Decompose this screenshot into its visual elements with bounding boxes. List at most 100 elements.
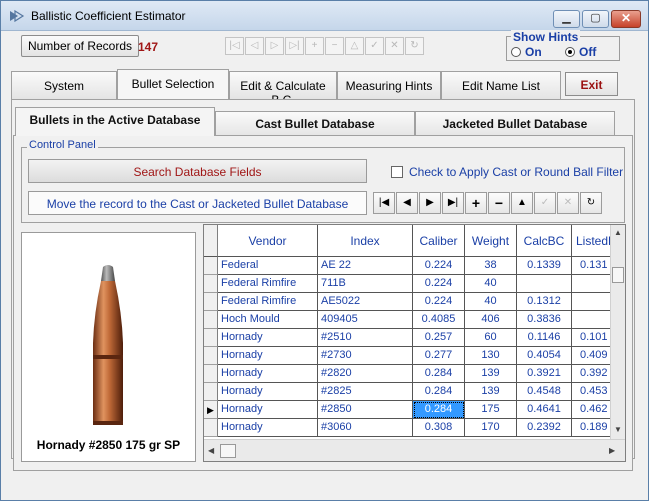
table-cell[interactable]: 0.224: [413, 257, 465, 275]
table-cell[interactable]: 0.284: [413, 365, 465, 383]
table-cell[interactable]: #2730: [318, 347, 413, 365]
table-cell[interactable]: 40: [465, 293, 517, 311]
table-cell[interactable]: 0.308: [413, 419, 465, 437]
table-cell[interactable]: 139: [465, 365, 517, 383]
tab-system[interactable]: System: [11, 71, 117, 99]
table-cell[interactable]: 0.189: [572, 419, 612, 437]
table-cell[interactable]: [572, 275, 612, 293]
table-cell[interactable]: 0.224: [413, 293, 465, 311]
table-cell[interactable]: 0.392: [572, 365, 612, 383]
column-header-weight[interactable]: Weight: [465, 225, 517, 257]
column-header-calcbc[interactable]: CalcBC: [517, 225, 572, 257]
table-cell[interactable]: 0.2392: [517, 419, 572, 437]
table-cell[interactable]: 0.1339: [517, 257, 572, 275]
row-selector[interactable]: ▶: [204, 401, 218, 419]
table-cell[interactable]: 409405: [318, 311, 413, 329]
table-cell[interactable]: 0.1146: [517, 329, 572, 347]
table-cell[interactable]: Hornady: [218, 401, 318, 419]
next-icon[interactable]: ▶: [419, 192, 441, 214]
exit-button[interactable]: Exit: [565, 72, 618, 96]
table-cell[interactable]: Federal: [218, 257, 318, 275]
table-cell[interactable]: 0.131: [572, 257, 612, 275]
table-cell[interactable]: 0.4085: [413, 311, 465, 329]
tab-jacketed-database[interactable]: Jacketed Bullet Database: [415, 111, 615, 135]
table-cell[interactable]: Hoch Mould: [218, 311, 318, 329]
row-selector[interactable]: [204, 383, 218, 401]
minimize-button[interactable]: ▁: [553, 10, 580, 28]
tab-edit-name-list[interactable]: Edit Name List: [441, 71, 561, 99]
table-cell[interactable]: 0.3836: [517, 311, 572, 329]
scroll-right-icon[interactable]: ▶: [609, 446, 615, 455]
table-cell[interactable]: 0.101: [572, 329, 612, 347]
row-selector[interactable]: [204, 347, 218, 365]
row-selector[interactable]: [204, 275, 218, 293]
horizontal-scrollbar[interactable]: ◀ ▶: [204, 439, 625, 461]
column-header-listedbc[interactable]: ListedB: [572, 225, 612, 257]
row-selector[interactable]: [204, 257, 218, 275]
table-cell[interactable]: 139: [465, 383, 517, 401]
table-cell[interactable]: 170: [465, 419, 517, 437]
table-cell[interactable]: AE5022: [318, 293, 413, 311]
table-cell[interactable]: 0.4641: [517, 401, 572, 419]
table-cell[interactable]: 711B: [318, 275, 413, 293]
table-cell[interactable]: Hornady: [218, 419, 318, 437]
vertical-scroll-thumb[interactable]: [612, 267, 624, 283]
tab-measuring-hints[interactable]: Measuring Hints: [337, 71, 441, 99]
maximize-button[interactable]: ▢: [582, 10, 609, 28]
tab-active-database[interactable]: Bullets in the Active Database: [15, 107, 215, 136]
records-button[interactable]: Number of Records: [21, 35, 139, 57]
scroll-left-icon[interactable]: ◀: [208, 446, 214, 455]
horizontal-scroll-thumb[interactable]: [220, 444, 236, 458]
table-cell[interactable]: #2850: [318, 401, 413, 419]
table-cell[interactable]: Federal Rimfire: [218, 275, 318, 293]
search-database-button[interactable]: Search Database Fields: [28, 159, 367, 183]
move-record-button[interactable]: Move the record to the Cast or Jacketed …: [28, 191, 367, 215]
row-selector[interactable]: [204, 293, 218, 311]
column-header-caliber[interactable]: Caliber: [413, 225, 465, 257]
row-selector[interactable]: [204, 329, 218, 347]
table-cell[interactable]: 60: [465, 329, 517, 347]
table-cell[interactable]: #3060: [318, 419, 413, 437]
table-cell[interactable]: 0.453: [572, 383, 612, 401]
table-cell[interactable]: 175: [465, 401, 517, 419]
column-header-index[interactable]: Index: [318, 225, 413, 257]
tab-bullet-selection[interactable]: Bullet Selection: [117, 69, 229, 99]
last-icon[interactable]: ▶|: [442, 192, 464, 214]
hints-off-radio[interactable]: Off: [565, 45, 596, 59]
table-cell[interactable]: 0.284: [413, 383, 465, 401]
scroll-down-icon[interactable]: ▼: [614, 425, 622, 434]
table-cell[interactable]: 0.4054: [517, 347, 572, 365]
table-cell[interactable]: Hornady: [218, 329, 318, 347]
bullet-table[interactable]: Vendor Index Caliber Weight CalcBC Liste…: [203, 224, 626, 462]
table-cell[interactable]: 0.1312: [517, 293, 572, 311]
first-icon[interactable]: |◀: [373, 192, 395, 214]
table-cell[interactable]: 130: [465, 347, 517, 365]
table-cell[interactable]: Hornady: [218, 365, 318, 383]
table-cell[interactable]: 38: [465, 257, 517, 275]
tab-edit-calculate[interactable]: Edit & Calculate B.C.: [229, 71, 337, 107]
hints-on-radio[interactable]: On: [511, 45, 542, 59]
table-cell[interactable]: 40: [465, 275, 517, 293]
tab-cast-database[interactable]: Cast Bullet Database: [215, 111, 415, 135]
table-cell[interactable]: 406: [465, 311, 517, 329]
table-cell[interactable]: AE 22: [318, 257, 413, 275]
table-cell[interactable]: Hornady: [218, 383, 318, 401]
row-selector[interactable]: [204, 311, 218, 329]
vertical-scrollbar[interactable]: ▲ ▼: [610, 225, 625, 439]
column-header-vendor[interactable]: Vendor: [218, 225, 318, 257]
scroll-up-icon[interactable]: ▲: [614, 228, 622, 237]
table-cell[interactable]: 0.224: [413, 275, 465, 293]
table-cell[interactable]: [572, 311, 612, 329]
prev-icon[interactable]: ◀: [396, 192, 418, 214]
minus-icon[interactable]: −: [488, 192, 510, 214]
table-cell[interactable]: 0.4548: [517, 383, 572, 401]
table-cell[interactable]: 0.284: [413, 401, 465, 419]
table-cell[interactable]: [517, 275, 572, 293]
table-cell[interactable]: #2510: [318, 329, 413, 347]
table-cell[interactable]: 0.3921: [517, 365, 572, 383]
row-selector[interactable]: [204, 419, 218, 437]
table-cell[interactable]: 0.257: [413, 329, 465, 347]
table-cell[interactable]: 0.409: [572, 347, 612, 365]
up-icon[interactable]: ▲: [511, 192, 533, 214]
table-cell[interactable]: #2820: [318, 365, 413, 383]
